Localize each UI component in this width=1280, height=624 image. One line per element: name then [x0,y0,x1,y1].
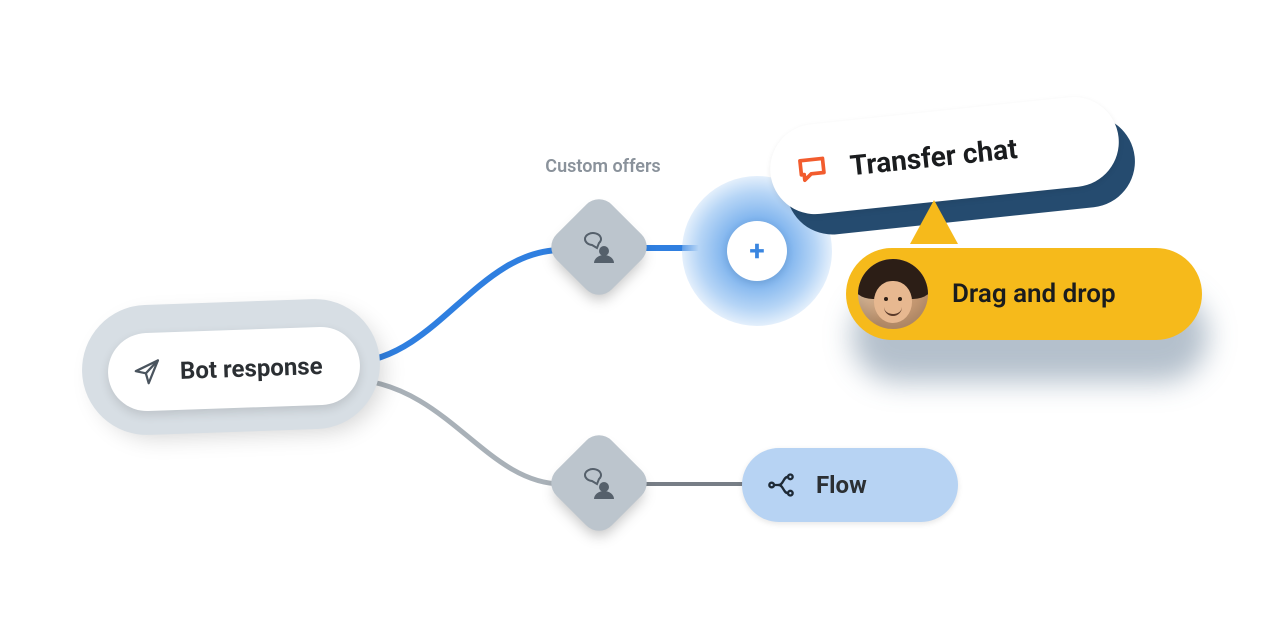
cursor-pointer-icon [908,198,960,250]
add-node-button[interactable]: + [727,221,787,281]
paper-plane-icon [132,357,163,388]
chat-bubble-icon [792,150,832,190]
drag-and-drop-hint: Drag and drop [846,248,1216,358]
flow-node[interactable]: Flow [742,448,958,522]
flow-node-label: Flow [816,471,867,499]
chat-person-icon [579,463,619,503]
drag-hint-label: Drag and drop [952,279,1116,309]
decision-node-top[interactable] [544,192,654,302]
decision-label: Custom offers [528,156,678,177]
transfer-chat-label: Transfer chat [848,132,1019,182]
plus-icon: + [749,237,764,265]
user-avatar [858,259,928,329]
chat-person-icon [579,227,619,267]
bot-response-label: Bot response [180,352,323,385]
bot-response-node[interactable]: Bot response [107,326,362,413]
flow-builder-diagram: Bot response Custom offers + [0,0,1280,624]
flow-branch-icon [766,470,796,500]
decision-node-bottom[interactable] [544,428,654,538]
